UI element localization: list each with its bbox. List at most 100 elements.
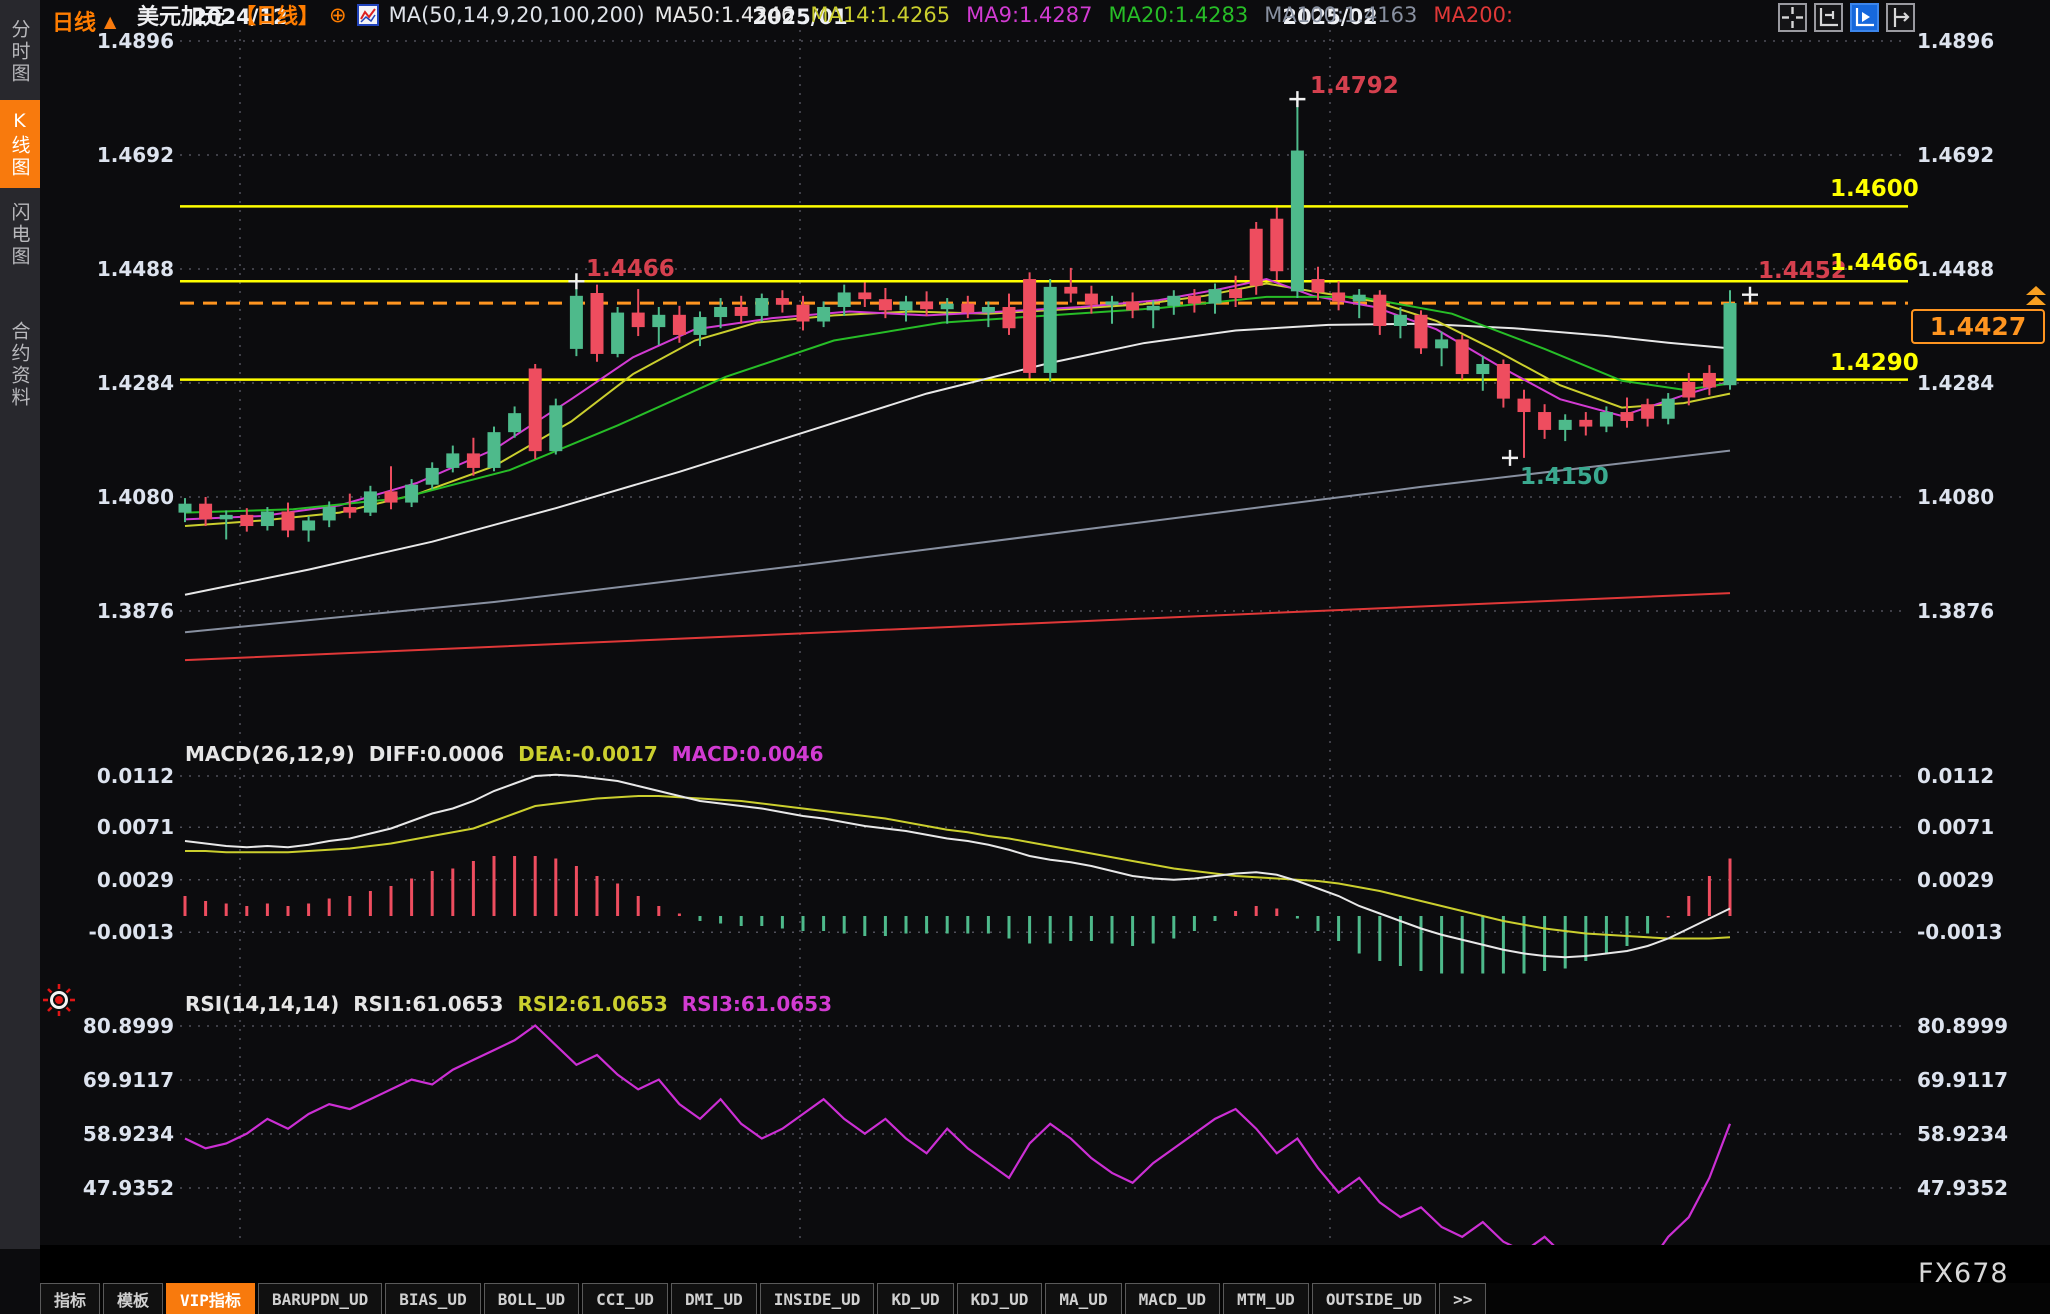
macd-hist-bar [265, 903, 269, 916]
candle-body [1373, 294, 1387, 326]
candle-body [858, 292, 872, 300]
pan-crosshair-icon[interactable] [1778, 3, 1807, 32]
tab-INSIDE_UD[interactable]: INSIDE_UD [759, 1283, 875, 1314]
ma-settings-label: MA(50,14,9,20,100,200) [388, 3, 645, 27]
cross-marker [568, 273, 585, 290]
tab-MA_UD[interactable]: MA_UD [1045, 1283, 1122, 1314]
tab-VIP指标[interactable]: VIP指标 [166, 1283, 255, 1314]
candle-body [1146, 305, 1160, 311]
candle-body [281, 511, 295, 531]
ma-value-label: MA100:1.4163 [1264, 3, 1418, 27]
app-root: 分时图 K线图 闪电图 合约资料 美元加元 【日线】 ⊕ MA(50,14,9,20,… [0, 0, 2050, 1314]
macd-axis-label-right: -0.0013 [1917, 920, 2003, 945]
chart-canvas[interactable] [0, 0, 2050, 1314]
candle-body [487, 432, 501, 468]
candle-body [302, 520, 316, 531]
macd-hist-bar [780, 916, 784, 929]
candle-body [652, 314, 666, 328]
symbol-title: 美元加元 [137, 5, 226, 30]
macd-hist-bar [1563, 916, 1567, 969]
tab-BOLL_UD[interactable]: BOLL_UD [483, 1283, 580, 1314]
macd-hist-bar [1584, 916, 1588, 961]
macd-hist-bar [1275, 908, 1279, 916]
candle-body [1043, 286, 1057, 373]
period-badge[interactable]: 【日线】 [235, 0, 319, 30]
date-axis-row [40, 1245, 2050, 1283]
candle-body [1290, 150, 1304, 292]
price-annotation: 1.4792 [1310, 73, 1399, 99]
tab-BIAS_UD[interactable]: BIAS_UD [385, 1283, 481, 1314]
candle-body [1661, 398, 1675, 419]
candle-body [1249, 228, 1263, 286]
macd-hist-bar [1687, 896, 1691, 916]
macd-hist-bar [1666, 916, 1670, 918]
candle-body [1558, 419, 1572, 430]
candle-body [1332, 292, 1346, 302]
macd-hist-bar [966, 916, 970, 934]
tab-BARUPDN_UD[interactable]: BARUPDN_UD [257, 1283, 383, 1314]
price-axis-label-right: 1.4896 [1917, 29, 1995, 53]
price-axis-label-right: 1.4080 [1917, 484, 1995, 509]
tab-KDJ_UD[interactable]: KDJ_UD [956, 1283, 1043, 1314]
alert-sun-icon[interactable] [42, 983, 76, 1021]
candle-body [1023, 279, 1037, 373]
axis-range-icon[interactable] [1814, 3, 1843, 32]
macd-hist-bar [1357, 916, 1361, 954]
tab-OUTSIDE_UD[interactable]: OUTSIDE_UD [1311, 1283, 1437, 1314]
macd-hist-bar [327, 898, 331, 916]
macd-hist-bar [430, 871, 434, 916]
price-axis-label-right: 1.4692 [1917, 142, 1995, 167]
tab-KD_UD[interactable]: KD_UD [877, 1283, 954, 1314]
candle-body [961, 303, 975, 313]
macd-hist-bar [677, 913, 681, 916]
candle-body [1084, 293, 1098, 305]
tab-模板[interactable]: 模板 [103, 1283, 164, 1314]
candle-body [1620, 412, 1634, 421]
candle-body [405, 484, 419, 503]
candle-body [260, 511, 274, 527]
rsi-header: RSI(14,14,14) RSI1:61.0653 RSI2:61.0653 … [185, 992, 832, 1016]
candle-body [1496, 363, 1510, 399]
ma-values: MA50:1.4346 MA14:1.4265 MA9:1.4287 MA20:1.4… [655, 3, 1513, 27]
ma-line-MA200 [184, 592, 1731, 662]
candle-body [446, 453, 460, 468]
rsi1-value: RSI1:61.0653 [353, 992, 504, 1016]
axis-play-icon[interactable] [1850, 3, 1879, 32]
macd-hist-bar [1625, 916, 1629, 946]
macd-hist-bar [636, 896, 640, 916]
candle-body [693, 317, 707, 335]
tab-MTM_UD[interactable]: MTM_UD [1223, 1283, 1309, 1314]
rsi-axis-label-left: 80.8999 [82, 1014, 174, 1038]
candle-body [755, 298, 769, 316]
candle-body [322, 507, 336, 521]
ma-value-label: MA200: [1433, 3, 1514, 27]
macd-hist-bar [451, 868, 455, 916]
last-price-box: 1.4427 [1911, 309, 2045, 344]
macd-hist-bar [348, 896, 352, 916]
macd-title: MACD(26,12,9) [185, 742, 355, 766]
candle-body [219, 514, 233, 520]
macd-hist-bar [1707, 876, 1711, 916]
axis-shift-icon[interactable] [1886, 3, 1915, 32]
tab-指标[interactable]: 指标 [40, 1283, 101, 1314]
candle-body [1414, 314, 1428, 349]
candle-body [199, 503, 213, 520]
candle-body [1167, 295, 1181, 306]
macd-hist-bar [471, 861, 475, 916]
macd-hist-bar [698, 916, 702, 921]
macd-axis-label-left: 0.0112 [96, 764, 174, 788]
rsi-axis-label-right: 58.9234 [1917, 1122, 2009, 1146]
tab-CCI_UD[interactable]: CCI_UD [582, 1283, 668, 1314]
candle-body [466, 453, 480, 468]
macd-axis-label-right: 0.0071 [1917, 815, 1995, 840]
tab-MACD_UD[interactable]: MACD_UD [1124, 1283, 1221, 1314]
price-axis-label-left: 1.4692 [96, 142, 174, 167]
macd-hist-bar [1337, 916, 1341, 941]
macd-hist-bar [1440, 916, 1444, 974]
tab->>[interactable]: >> [1439, 1283, 1487, 1314]
target-icon[interactable]: ⊕ [329, 4, 347, 26]
chart-style-icon[interactable] [356, 3, 379, 27]
macd-hist-bar [1028, 916, 1032, 944]
tab-DMI_UD[interactable]: DMI_UD [670, 1283, 757, 1314]
candle-body [1105, 301, 1119, 305]
